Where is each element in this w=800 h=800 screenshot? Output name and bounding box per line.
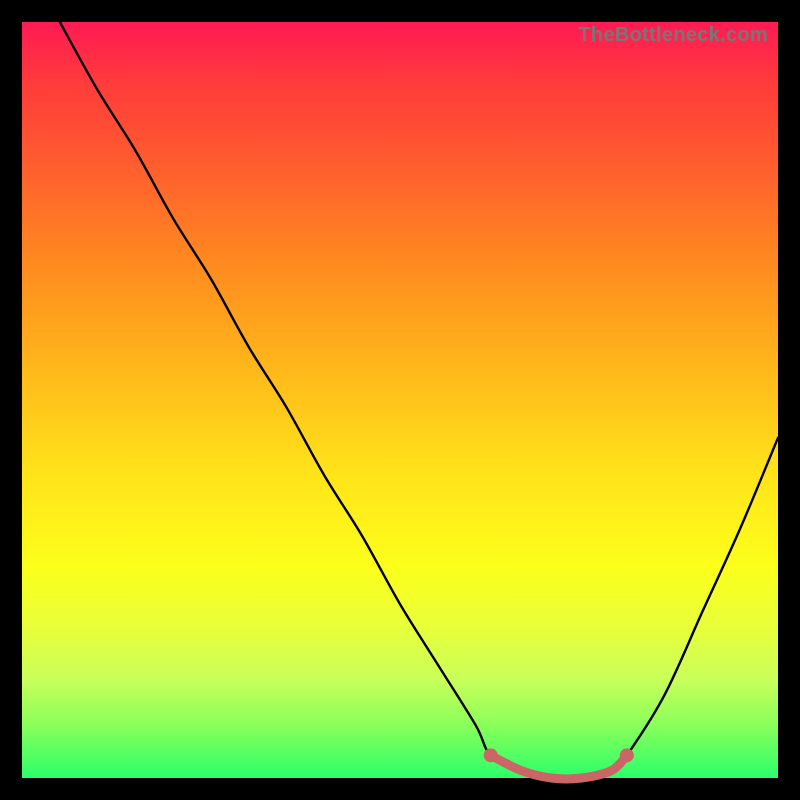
highlight-segment: [491, 755, 627, 779]
highlight-marker-start: [484, 748, 498, 762]
chart-svg: [22, 22, 778, 778]
bottleneck-curve-path: [60, 22, 778, 779]
highlight-marker-end: [620, 748, 634, 762]
chart-plot-area: TheBottleneck.com: [22, 22, 778, 778]
chart-frame: TheBottleneck.com: [0, 0, 800, 800]
